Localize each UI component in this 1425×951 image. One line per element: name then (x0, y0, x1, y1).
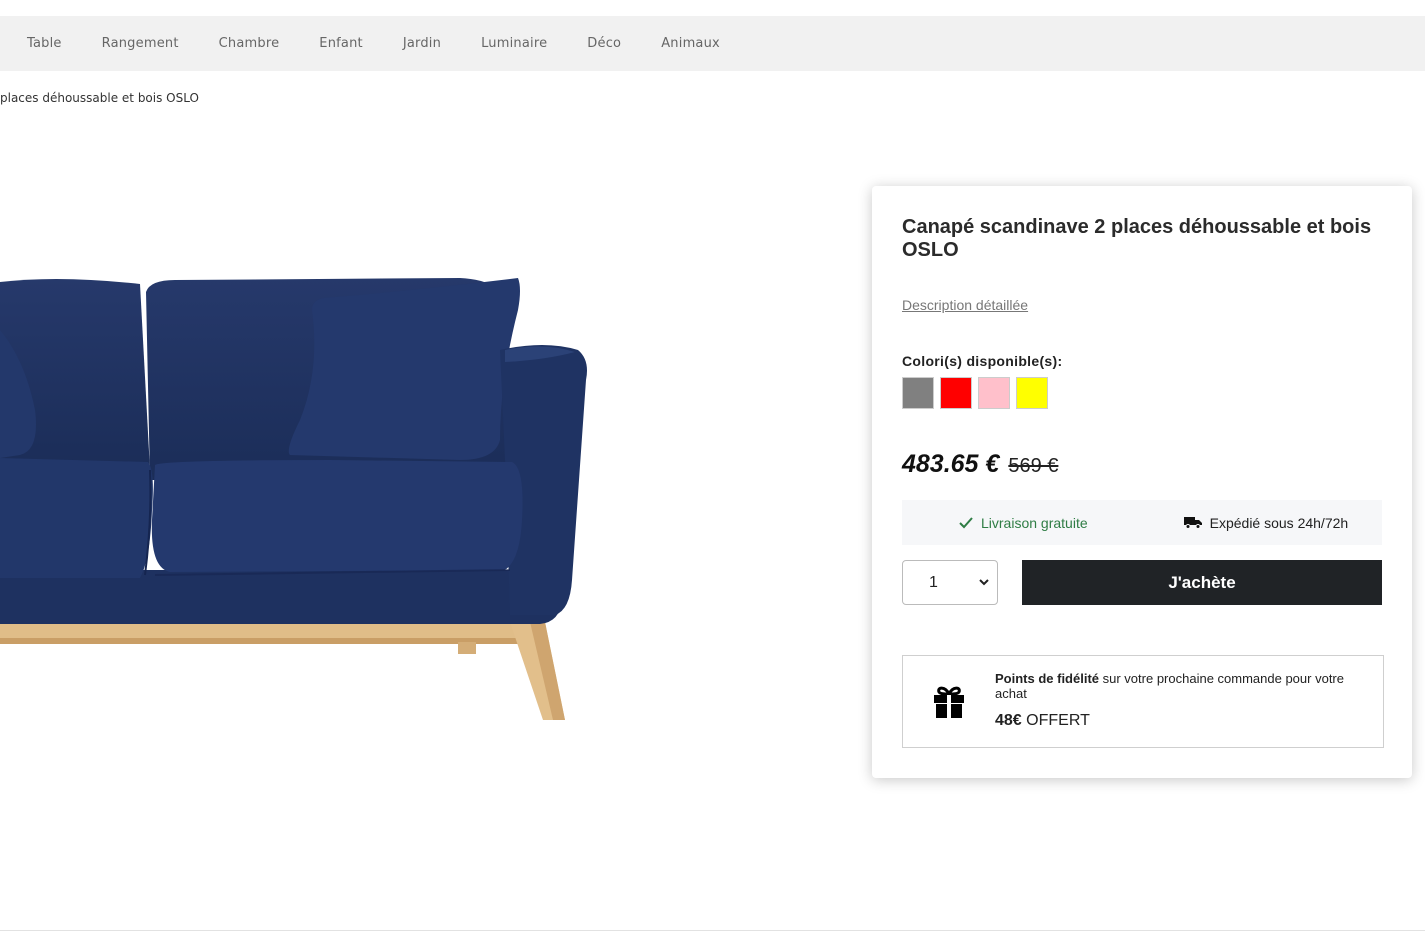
price-old: 569 € (1008, 455, 1059, 477)
product-title: Canapé scandinave 2 places déhoussable e… (902, 216, 1372, 261)
color-swatch-red[interactable] (940, 377, 972, 409)
product-panel: Canapé scandinave 2 places déhoussable e… (872, 186, 1412, 778)
dispatch-delay-label: Expédié sous 24h/72h (1209, 514, 1349, 531)
nav-item-luminaire[interactable]: Luminaire (481, 36, 547, 51)
loyalty-text: Points de fidélité sur votre prochaine c… (995, 671, 1375, 701)
nav-item-enfant[interactable]: Enfant (319, 36, 363, 51)
check-icon (959, 516, 973, 528)
divider (0, 930, 1425, 931)
gift-icon (934, 686, 964, 718)
loyalty-box: Points de fidélité sur votre prochaine c… (902, 655, 1384, 748)
truck-icon (1183, 517, 1202, 529)
color-swatch-pink[interactable] (978, 377, 1010, 409)
shipping-info: Livraison gratuite Expédié sous 24h/72h (902, 500, 1382, 545)
nav-item-jardin[interactable]: Jardin (403, 36, 441, 51)
product-image[interactable] (0, 270, 600, 725)
loyalty-amount-suffix: OFFERT (1026, 712, 1090, 729)
quantity-value: 1 (929, 573, 938, 591)
chevron-down-icon (979, 579, 989, 586)
loyalty-amount: 48€ OFFERT (995, 712, 1090, 730)
nav-item-chambre[interactable]: Chambre (219, 36, 280, 51)
loyalty-title: Points de fidélité (995, 671, 1100, 686)
nav-item-rangement[interactable]: Rangement (102, 36, 179, 51)
colors-label: Colori(s) disponible(s): (902, 353, 1063, 369)
category-nav: Table Rangement Chambre Enfant Jardin Lu… (0, 16, 1425, 71)
description-link[interactable]: Description détaillée (902, 297, 1028, 313)
sofa-image (0, 278, 587, 720)
nav-item-deco[interactable]: Déco (587, 36, 621, 51)
color-swatches (902, 377, 1054, 409)
color-swatch-grey[interactable] (902, 377, 934, 409)
price-block: 483.65 € 569 € (902, 450, 1058, 479)
color-swatch-yellow[interactable] (1016, 377, 1048, 409)
free-delivery: Livraison gratuite (959, 515, 1088, 531)
nav-item-animaux[interactable]: Animaux (661, 36, 720, 51)
buy-button[interactable]: J'achète (1022, 560, 1382, 605)
nav-item-table[interactable]: Table (27, 36, 62, 51)
price-current: 483.65 € (902, 450, 1000, 478)
loyalty-amount-value: 48€ (995, 712, 1022, 729)
quantity-select[interactable]: 1 (902, 560, 998, 605)
free-delivery-label: Livraison gratuite (981, 514, 1088, 531)
dispatch-delay: Expédié sous 24h/72h (1183, 514, 1349, 531)
breadcrumb: places déhoussable et bois OSLO (0, 91, 199, 105)
breadcrumb-current: places déhoussable et bois OSLO (0, 91, 199, 105)
